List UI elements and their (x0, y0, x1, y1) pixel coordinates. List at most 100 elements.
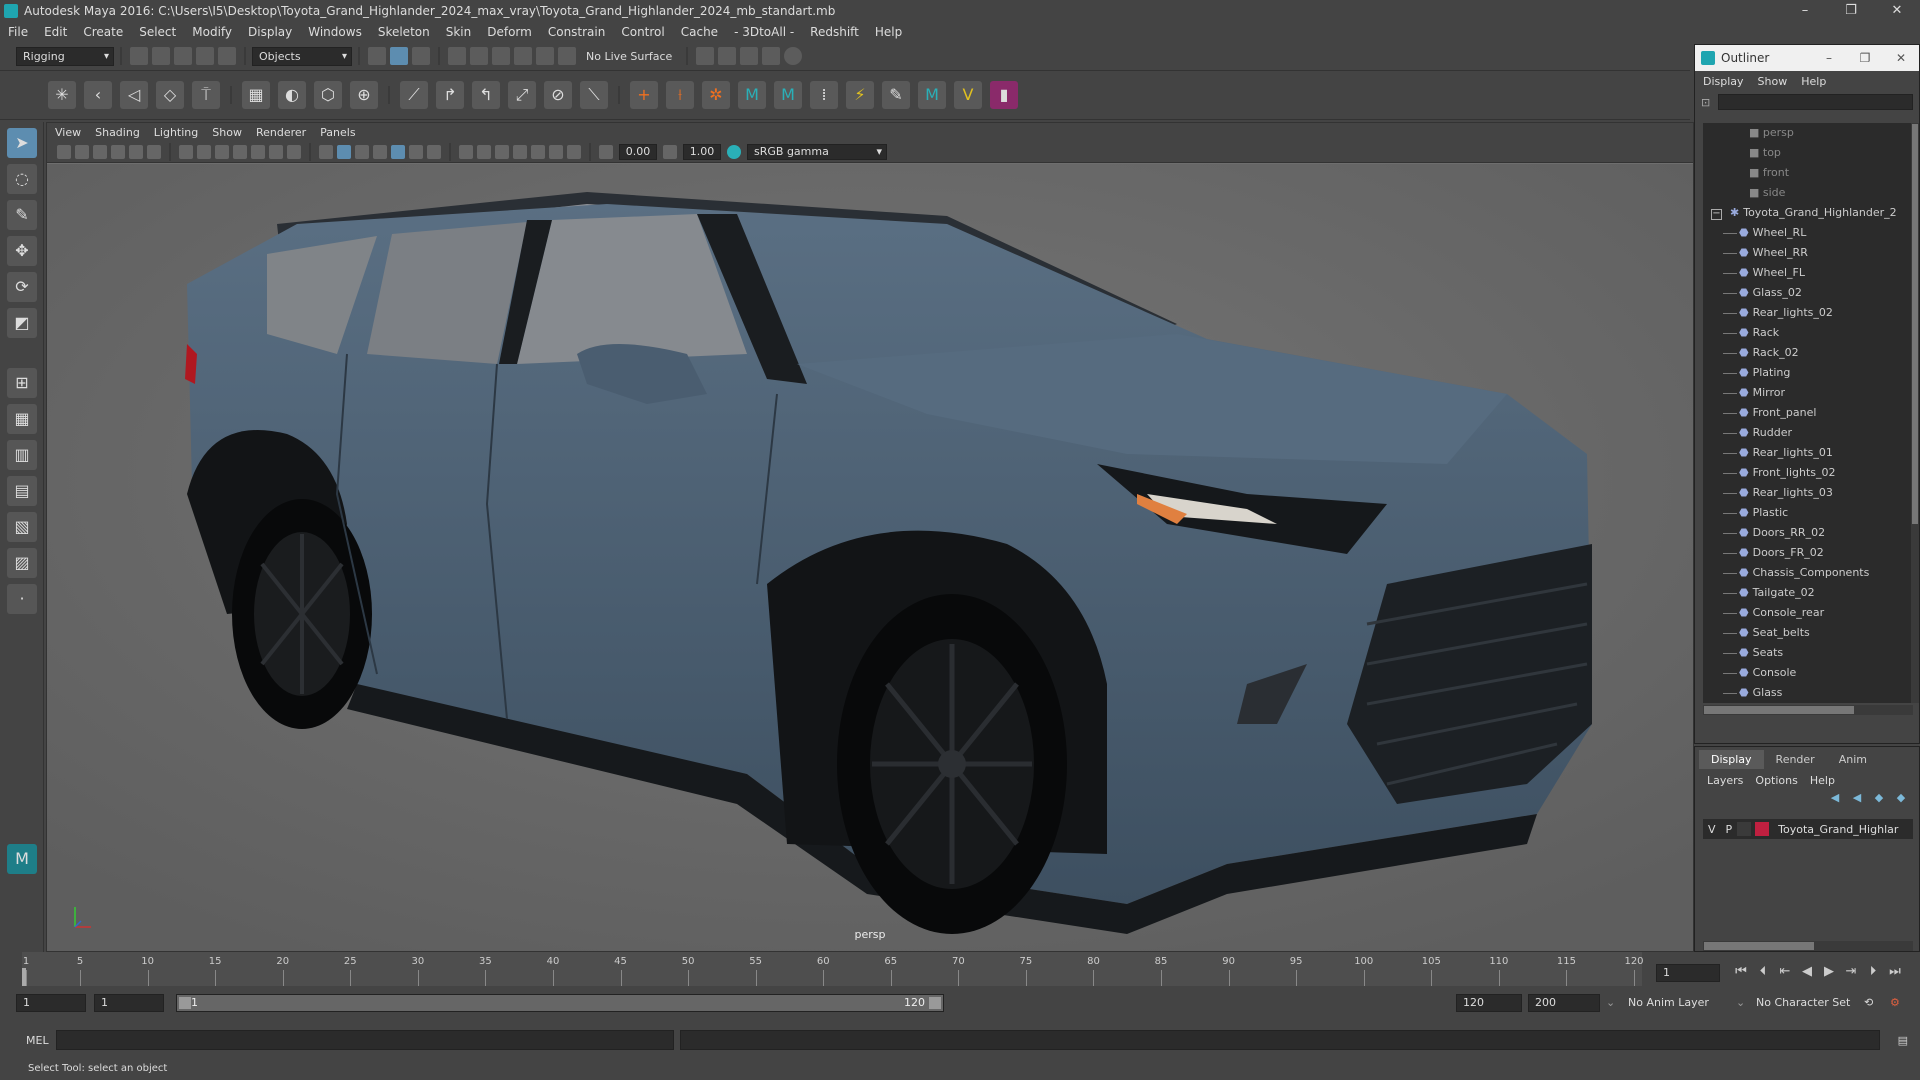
shadows-icon[interactable] (409, 144, 423, 159)
outliner-item[interactable]: ⬣ Wheel_RR (1703, 243, 1913, 263)
filter-icon[interactable]: ⊡ (1701, 96, 1710, 109)
pole-vector-icon[interactable]: ⟍ (580, 81, 608, 109)
outliner-item[interactable]: ⬣ Mirror (1703, 383, 1913, 403)
anim-layer-dropdown[interactable]: No Anim Layer (1628, 994, 1709, 1012)
vp-menu-view[interactable]: View (55, 126, 81, 139)
layer-menu-options[interactable]: Options (1755, 774, 1797, 787)
layer-name[interactable]: Toyota_Grand_Highlar (1773, 823, 1903, 836)
ambient-occlusion-icon[interactable] (427, 144, 441, 159)
textured-icon[interactable] (373, 144, 387, 159)
move-layer-down-icon[interactable]: ◀ (1849, 791, 1865, 805)
selection-mode-dropdown[interactable]: Objects (252, 46, 352, 66)
point-constraint-icon[interactable]: ⟋ (400, 81, 428, 109)
anti-aliasing-icon[interactable] (477, 144, 491, 159)
step-back-icon[interactable]: ⏴ (1752, 964, 1774, 979)
outliner-search-input[interactable] (1718, 94, 1913, 110)
color-management-icon[interactable] (727, 144, 741, 159)
outliner-camera-side[interactable]: ■ side (1703, 183, 1913, 203)
orient-constraint-icon[interactable]: ↰ (472, 81, 500, 109)
safe-action-icon[interactable] (269, 144, 283, 159)
graph-pane-icon[interactable]: ▧ (7, 512, 37, 542)
outliner-item[interactable]: ⬣ Console_rear (1703, 603, 1913, 623)
gate-mask-icon[interactable] (233, 144, 247, 159)
wireframe-icon[interactable] (319, 144, 333, 159)
preferences-icon[interactable]: ⚙ (1890, 994, 1900, 1012)
mel-input[interactable] (56, 1030, 674, 1050)
hik-icon[interactable]: M (738, 81, 766, 109)
four-pane-icon[interactable]: ▦ (7, 404, 37, 434)
select-by-hierarchy-icon[interactable] (368, 47, 386, 65)
layer-color-swatch[interactable] (1755, 822, 1770, 836)
outliner-vertical-scrollbar[interactable] (1911, 123, 1919, 703)
vp-menu-shading[interactable]: Shading (95, 126, 140, 139)
outliner-item[interactable]: ⬣ Rack_02 (1703, 343, 1913, 363)
gamma-field[interactable]: 1.00 (683, 143, 721, 160)
resolution-gate-icon[interactable] (215, 144, 229, 159)
ik-spline-icon[interactable]: ◁ (120, 81, 148, 109)
vp-menu-panels[interactable]: Panels (320, 126, 355, 139)
go-to-end-icon[interactable]: ⏭ (1884, 964, 1906, 979)
vp-menu-show[interactable]: Show (212, 126, 242, 139)
hik-character-icon[interactable]: M (774, 81, 802, 109)
ik-handle-icon[interactable]: ‹ (84, 81, 112, 109)
outliner-item[interactable]: ⬣ Front_panel (1703, 403, 1913, 423)
menu-windows[interactable]: Windows (308, 25, 362, 39)
outliner-item[interactable]: ⬣ Glass_02 (1703, 283, 1913, 303)
more-layouts-icon[interactable]: · (7, 584, 37, 614)
outliner-close-button[interactable]: ✕ (1883, 51, 1919, 65)
gamma-icon[interactable] (663, 144, 677, 159)
globe-icon[interactable] (784, 47, 803, 65)
collapse-icon[interactable]: − (1711, 209, 1722, 220)
time-ruler[interactable]: 1 5 10 15 20 25 30 35 40 45 50 55 60 65 70 75 80 85 90 95 10… (22, 952, 1644, 986)
joint-tool-icon[interactable]: ✳ (48, 81, 76, 109)
outliner-item[interactable]: ⬣ Rudder (1703, 423, 1913, 443)
scale-constraint-icon[interactable]: ⤢ (508, 81, 536, 109)
step-forward-key-icon[interactable]: ⇥ (1840, 964, 1862, 979)
isolate-select-icon[interactable] (513, 144, 527, 159)
layer-row[interactable]: V P Toyota_Grand_Highlar (1703, 819, 1913, 839)
camera-attributes-icon[interactable] (57, 144, 71, 159)
play-backward-icon[interactable]: ◀ (1796, 964, 1818, 979)
graph-icon[interactable]: ▮ (990, 81, 1018, 109)
xray-icon[interactable] (531, 144, 545, 159)
scene-view[interactable]: persp (47, 164, 1693, 951)
outliner-list[interactable]: ■ persp ■ top ■ front ■ side − ✱ Toyota_Gr… (1703, 123, 1913, 703)
mel-label[interactable]: MEL (0, 1034, 56, 1047)
close-button[interactable]: ✕ (1874, 0, 1920, 22)
menu-select[interactable]: Select (139, 25, 176, 39)
tab-render[interactable]: Render (1764, 750, 1827, 769)
outliner-item[interactable]: ⬣ Rear_lights_03 (1703, 483, 1913, 503)
brush-icon[interactable]: ✎ (882, 81, 910, 109)
persp-outliner-icon[interactable]: ▤ (7, 476, 37, 506)
xray-components-icon[interactable] (567, 144, 581, 159)
new-layer-icon[interactable]: ◆ (1871, 791, 1887, 805)
hypershade-icon[interactable] (762, 47, 781, 65)
lattice-icon[interactable]: ⬡ (314, 81, 342, 109)
select-by-object-icon[interactable] (390, 47, 408, 65)
outliner-minimize-button[interactable]: – (1811, 51, 1847, 65)
smooth-shade-icon[interactable] (337, 144, 351, 159)
scale-tool-icon[interactable]: ◩ (7, 308, 37, 338)
outliner-item[interactable]: ⬣ Glass (1703, 683, 1913, 703)
playback-end-field[interactable]: 120 (1456, 994, 1522, 1012)
menu-constrain[interactable]: Constrain (548, 25, 606, 39)
maya-m-icon[interactable]: M (918, 81, 946, 109)
range-start-handle[interactable] (179, 997, 191, 1009)
maximize-button[interactable]: ❐ (1828, 0, 1874, 22)
outliner-item[interactable]: ⬣ Doors_FR_02 (1703, 543, 1913, 563)
move-tool-icon[interactable]: ✥ (7, 236, 37, 266)
menu-cache[interactable]: Cache (681, 25, 718, 39)
live-surface-label[interactable]: No Live Surface (586, 50, 672, 63)
wireframe-on-shaded-icon[interactable] (355, 144, 369, 159)
auto-key-icon[interactable]: ⟲ (1864, 994, 1873, 1012)
magnet-icon[interactable] (558, 47, 576, 65)
outliner-menu-display[interactable]: Display (1703, 75, 1744, 88)
menu-display[interactable]: Display (248, 25, 292, 39)
outliner-item[interactable]: ⬣ Wheel_FL (1703, 263, 1913, 283)
undo-icon[interactable] (196, 47, 214, 65)
redo-icon[interactable] (218, 47, 236, 65)
outliner-item[interactable]: ⬣ Rack (1703, 323, 1913, 343)
outliner-item[interactable]: ⬣ Wheel_RL (1703, 223, 1913, 243)
vp-menu-renderer[interactable]: Renderer (256, 126, 306, 139)
script-editor-icon[interactable]: ▤ (1898, 1034, 1908, 1047)
